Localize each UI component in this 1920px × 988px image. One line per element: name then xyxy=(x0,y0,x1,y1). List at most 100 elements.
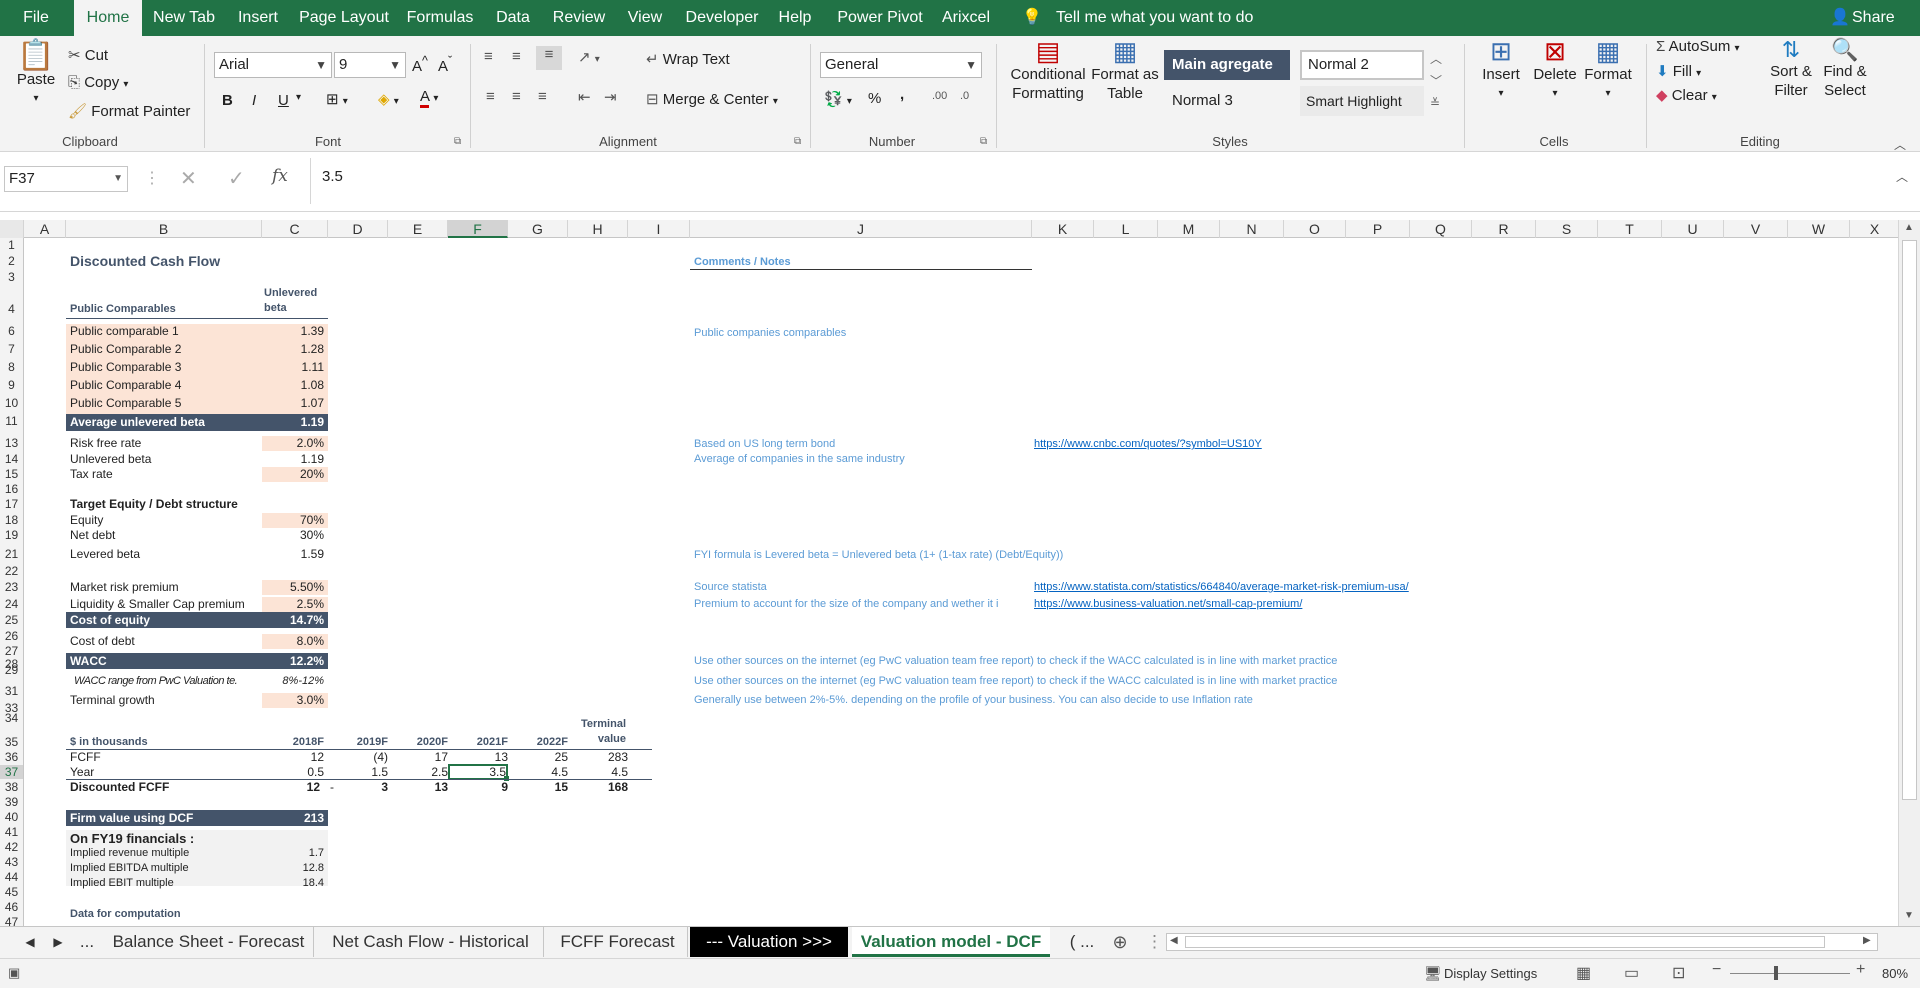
align-middle-icon[interactable]: ≡ xyxy=(512,48,521,65)
zoom-out-icon[interactable]: − xyxy=(1712,961,1721,979)
decrease-indent-icon[interactable]: ⇤ xyxy=(578,88,591,106)
align-center-icon[interactable]: ≡ xyxy=(512,88,521,105)
horizontal-scrollbar[interactable]: ◀ ▶ xyxy=(1166,933,1878,951)
scroll-up-icon[interactable]: ▲ xyxy=(1904,222,1914,233)
align-left-icon[interactable]: ≡ xyxy=(486,88,495,105)
align-bottom-icon[interactable]: ≡ xyxy=(536,46,562,70)
column-header[interactable]: V xyxy=(1724,220,1788,238)
row-header[interactable]: 41 xyxy=(0,825,23,839)
row-header[interactable]: 25 xyxy=(0,613,23,627)
link-statista[interactable]: https://www.statista.com/statistics/6648… xyxy=(1034,580,1409,595)
styles-scroll[interactable]: ︿ ﹀ ≚ xyxy=(1430,48,1442,114)
row-header[interactable]: 34 xyxy=(0,711,23,725)
row-header[interactable]: 38 xyxy=(0,780,23,794)
column-header[interactable]: W xyxy=(1788,220,1850,238)
column-header[interactable]: T xyxy=(1598,220,1662,238)
expand-formula-icon[interactable]: ︿ xyxy=(1896,168,1908,185)
increase-indent-icon[interactable]: ⇥ xyxy=(604,88,617,106)
column-header[interactable]: G xyxy=(508,220,568,238)
grow-font-button[interactable]: A^ xyxy=(412,54,428,75)
column-header[interactable]: C xyxy=(262,220,328,238)
wrap-text-button[interactable]: ↵ Wrap Text xyxy=(646,50,730,68)
cut-button[interactable]: ✂ Cut xyxy=(68,46,108,64)
column-header[interactable]: R xyxy=(1472,220,1536,238)
column-header[interactable]: M xyxy=(1158,220,1220,238)
enter-icon[interactable]: ✓ xyxy=(228,166,245,191)
scroll-thumb-h[interactable] xyxy=(1185,936,1825,948)
link-premium[interactable]: https://www.business-valuation.net/small… xyxy=(1034,597,1302,612)
year-value[interactable]: 3.5 xyxy=(448,765,506,780)
decrease-decimal-icon[interactable]: .0 xyxy=(960,90,969,102)
link-bond[interactable]: https://www.cnbc.com/quotes/?symbol=US10… xyxy=(1034,437,1262,452)
underline-dropdown[interactable]: ▾ xyxy=(296,92,301,103)
column-header[interactable]: E xyxy=(388,220,448,238)
row-header[interactable]: 42 xyxy=(0,840,23,854)
tab-developer[interactable]: Developer xyxy=(680,0,764,36)
column-header-selected[interactable]: F xyxy=(448,220,508,238)
tab-power-pivot[interactable]: Power Pivot xyxy=(836,0,924,36)
italic-button[interactable]: I xyxy=(252,92,256,109)
row-header[interactable]: 7 xyxy=(0,342,23,356)
select-all-corner[interactable] xyxy=(0,220,24,238)
row-header[interactable]: 35 xyxy=(0,735,23,749)
column-header[interactable]: L xyxy=(1094,220,1158,238)
name-box[interactable]: F37 ▼ xyxy=(4,166,128,192)
format-cells-button[interactable]: ▦ Format ▾ xyxy=(1580,38,1636,103)
formula-input[interactable]: 3.5 xyxy=(322,168,343,185)
row-header[interactable]: 3 xyxy=(0,270,23,284)
clear-button[interactable]: ◆ Clear ▾ xyxy=(1656,86,1717,104)
row-header[interactable]: 10 xyxy=(0,396,23,410)
insert-cells-button[interactable]: ⊞ Insert ▾ xyxy=(1476,38,1526,103)
vertical-scrollbar[interactable]: ▲ ▼ xyxy=(1898,220,1920,926)
sheet-tab[interactable]: Net Cash Flow - Historical xyxy=(318,927,544,957)
style-main-agregate[interactable]: Main agregate xyxy=(1164,50,1290,80)
insert-function-icon[interactable]: fx xyxy=(272,166,288,186)
row-header[interactable]: 24 xyxy=(0,597,23,611)
borders-icon[interactable]: ⊞ ▾ xyxy=(326,90,348,108)
row-header[interactable]: 23 xyxy=(0,580,23,594)
row-header[interactable]: 8 xyxy=(0,360,23,374)
row-header[interactable]: 14 xyxy=(0,452,23,466)
row-header[interactable]: 4 xyxy=(0,302,23,316)
font-size-combo[interactable]: 9 ▼ xyxy=(334,52,406,78)
sort-filter-button[interactable]: ⇅ Sort & Filter xyxy=(1766,39,1816,100)
more-sheets-right[interactable]: ( ... xyxy=(1062,927,1102,957)
zoom-slider[interactable] xyxy=(1730,973,1850,974)
tab-file[interactable]: File xyxy=(0,0,72,36)
column-header[interactable]: N xyxy=(1220,220,1284,238)
copy-button[interactable]: ⎘ Copy ▾ xyxy=(68,74,128,91)
tab-view[interactable]: View xyxy=(620,0,670,36)
comma-button[interactable]: , xyxy=(900,86,904,103)
zoom-in-icon[interactable]: + xyxy=(1856,961,1865,979)
style-normal-3[interactable]: Normal 3 xyxy=(1164,86,1290,116)
font-color-icon[interactable]: A ▾ xyxy=(420,88,438,108)
shrink-font-button[interactable]: Aˇ xyxy=(438,54,452,75)
add-sheet-icon[interactable]: ⊕ xyxy=(1108,927,1132,957)
column-header[interactable]: J xyxy=(690,220,1032,238)
row-header[interactable]: 44 xyxy=(0,870,23,884)
row-header[interactable]: 18 xyxy=(0,513,23,527)
worksheet-grid[interactable]: Discounted Cash Flow Comments / Notes Un… xyxy=(24,238,1898,926)
underline-button[interactable]: U xyxy=(278,92,289,109)
prev-sheet-icon[interactable]: ◀ xyxy=(20,927,40,957)
dialog-launcher-icon[interactable]: ⧉ xyxy=(980,136,987,147)
row-header[interactable]: 6 xyxy=(0,324,23,338)
align-top-icon[interactable]: ≡ xyxy=(484,48,493,65)
page-break-view-icon[interactable]: ⊡ xyxy=(1672,963,1685,983)
row-header[interactable]: 39 xyxy=(0,795,23,809)
tab-formulas[interactable]: Formulas xyxy=(400,0,480,36)
row-header[interactable]: 16 xyxy=(0,482,23,496)
row-header[interactable]: 31 xyxy=(0,684,23,698)
row-header[interactable]: 22 xyxy=(0,564,23,578)
row-header[interactable]: 43 xyxy=(0,855,23,869)
row-header-selected[interactable]: 37 xyxy=(0,765,23,779)
increase-decimal-icon[interactable]: .00 xyxy=(932,90,947,102)
row-header[interactable]: 36 xyxy=(0,750,23,764)
column-header[interactable]: B xyxy=(66,220,262,238)
row-header[interactable]: 40 xyxy=(0,810,23,824)
tab-review[interactable]: Review xyxy=(546,0,612,36)
accounting-format-icon[interactable]: 💱 ▾ xyxy=(824,90,852,108)
row-header[interactable]: 26 xyxy=(0,629,23,643)
row-header[interactable]: 29 xyxy=(0,663,23,677)
percent-button[interactable]: % xyxy=(868,90,881,107)
